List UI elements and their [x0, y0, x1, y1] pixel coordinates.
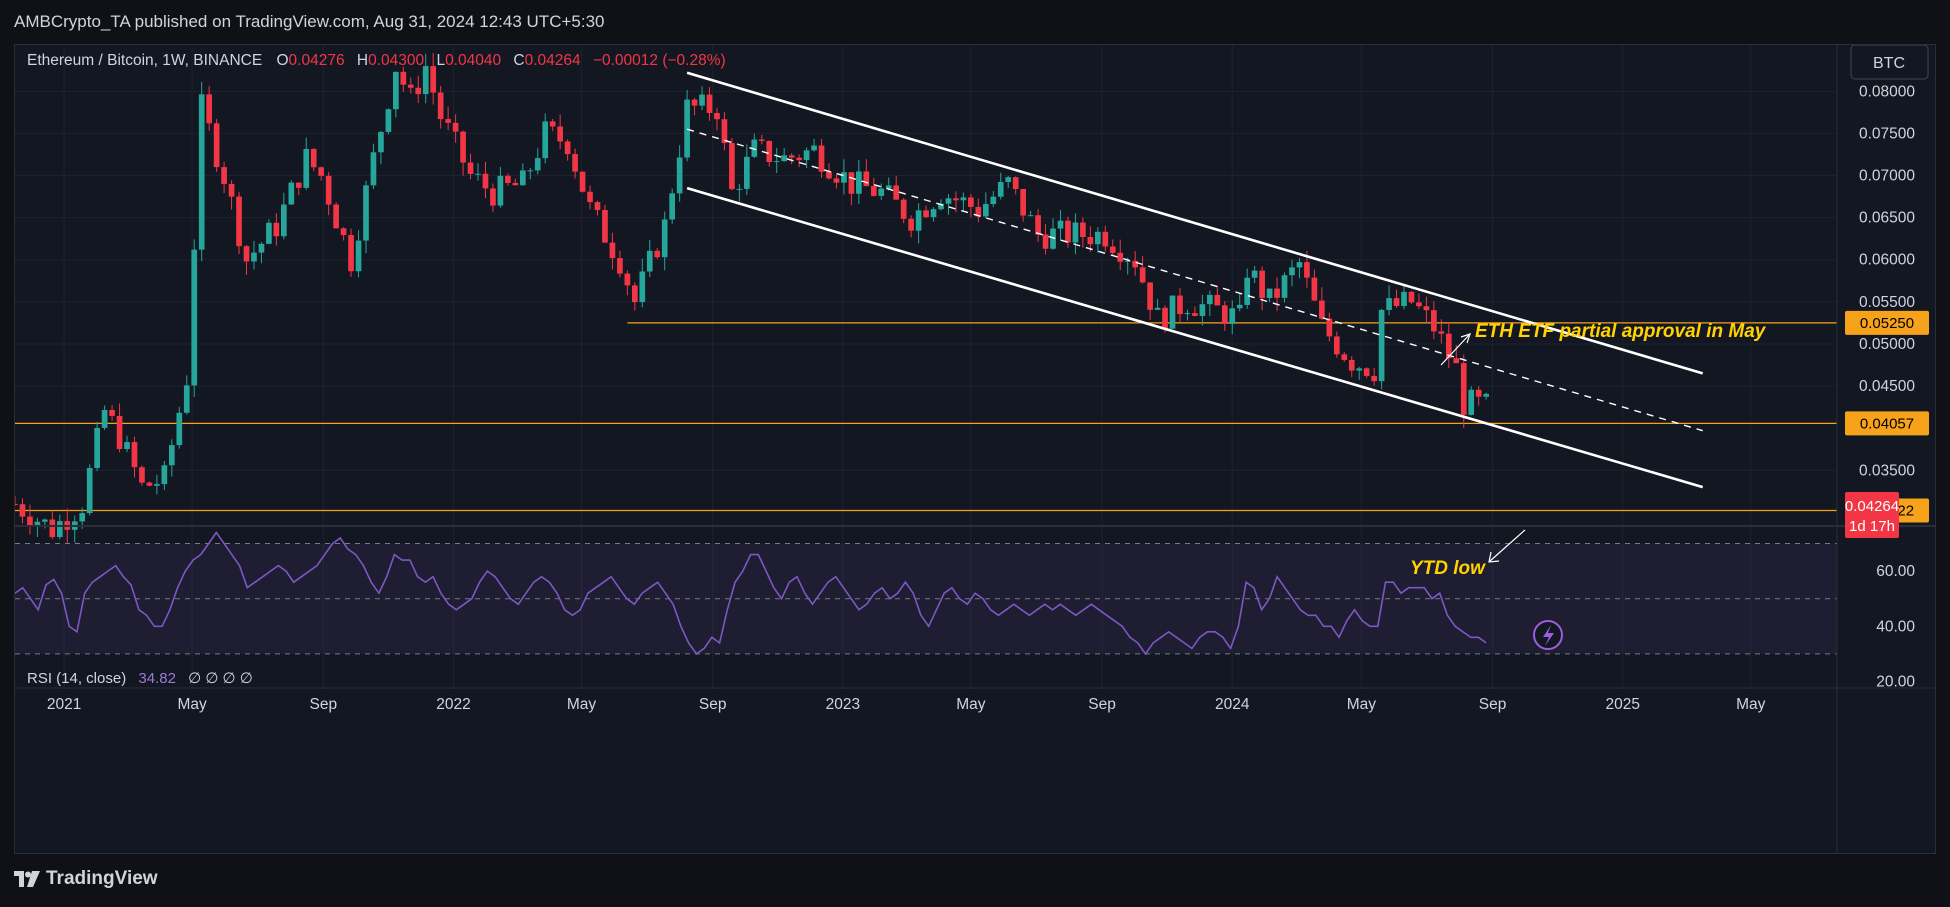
x-tick-label: Sep [1088, 696, 1116, 713]
rsi-legend-name: RSI (14, close) [27, 670, 126, 687]
legend-c-value: 0.04264 [525, 52, 581, 69]
y-tick-label: 0.04500 [1859, 378, 1915, 395]
publisher-line: AMBCrypto_TA published on TradingView.co… [14, 12, 605, 31]
chart-svg[interactable]: 0.052500.040570.03022 2021MaySep2022MayS… [12, 44, 1935, 853]
rsi-y-tick-label: 60.00 [1876, 563, 1915, 580]
y-tick-label: 0.03500 [1859, 462, 1915, 479]
x-tick-label: May [1736, 696, 1766, 713]
legend-c-label: C [513, 52, 524, 69]
legend-o-value: 0.04276 [289, 52, 345, 69]
candle-up [385, 108, 392, 135]
candle-up [176, 406, 183, 449]
current-price-value: 0.04264 [1845, 498, 1899, 515]
candle-down [729, 137, 735, 191]
chart-frame[interactable]: 0.052500.040570.03022 2021MaySep2022MayS… [12, 44, 1936, 854]
candle-down [236, 191, 242, 255]
current-price-tag: 0.04264 1d 17h [1845, 492, 1899, 538]
currency-button[interactable]: BTC [1850, 44, 1929, 80]
tradingview-logo-text: TradingView [46, 868, 158, 889]
candle-up [86, 464, 93, 516]
rsi-legend: RSI (14, close) 34.82 ∅ ∅ ∅ ∅ [27, 670, 253, 687]
x-tick-label: Sep [699, 696, 727, 713]
legend-h-label: H [357, 52, 368, 69]
y-tick-label: 0.06000 [1859, 252, 1915, 269]
candle-up [1378, 308, 1385, 390]
candle-down [1408, 290, 1415, 305]
rsi-pane [14, 531, 1837, 656]
x-tick-label: 2025 [1605, 696, 1639, 713]
tradingview-logo-icon [14, 871, 40, 887]
legend-line: Ethereum / Bitcoin, 1W, BINANCE O0.04276… [27, 52, 726, 69]
x-tick-label: May [956, 696, 986, 713]
x-tick-label: May [1347, 696, 1377, 713]
candle-up [1468, 386, 1475, 416]
current-price-countdown: 1d 17h [1849, 518, 1895, 535]
x-tick-label: 2022 [436, 696, 470, 713]
ytd-annotation-text: YTD low [1410, 558, 1486, 579]
candle-down [333, 202, 339, 229]
tradingview-logo[interactable]: TradingView [14, 868, 158, 890]
rsi-legend-extras: ∅ ∅ ∅ ∅ [188, 670, 253, 687]
x-tick-label: May [567, 696, 597, 713]
legend-o-label: O [276, 52, 288, 69]
y-tick-label: 0.07500 [1859, 125, 1915, 142]
y-tick-label: 0.05000 [1859, 336, 1915, 353]
candle-down [602, 204, 608, 244]
x-tick-label: Sep [1479, 696, 1507, 713]
rsi-y-tick-label: 20.00 [1876, 673, 1915, 690]
candle-up [684, 90, 690, 162]
currency-button-label: BTC [1873, 55, 1905, 72]
candle-up [266, 219, 272, 245]
rsi-legend-value: 34.82 [138, 670, 176, 687]
candle-up [288, 180, 295, 205]
y-tick-label: 0.05500 [1859, 294, 1915, 311]
lightning-event-icon[interactable] [1533, 620, 1563, 650]
candle-down [213, 118, 220, 172]
legend-change: −0.00012 (−0.28%) [593, 52, 726, 69]
x-tick-label: 2024 [1215, 696, 1250, 713]
y-tick-label: 0.07000 [1859, 168, 1915, 185]
x-tick-label: 2023 [826, 696, 860, 713]
rsi-y-tick-label: 40.00 [1876, 618, 1915, 635]
legend-symbol: Ethereum / Bitcoin, 1W, BINANCE [27, 52, 262, 69]
etf-annotation-text: ETH ETF partial approval in May [1475, 321, 1767, 342]
candle-up [669, 188, 676, 224]
candle-down [348, 228, 354, 277]
legend-h-value: 0.04300 [368, 52, 424, 69]
y-tick-label: 0.06500 [1859, 210, 1915, 227]
candle-down [139, 465, 145, 486]
publish-bar: AMBCrypto_TA published on TradingView.co… [0, 0, 1950, 44]
chart-background [15, 45, 1935, 853]
level-label: 0.04057 [1860, 415, 1914, 432]
level-label: 0.05250 [1860, 315, 1914, 332]
candle-down [579, 171, 586, 193]
y-tick-label: 0.08000 [1859, 83, 1915, 100]
x-tick-label: Sep [310, 696, 338, 713]
x-tick-label: 2021 [47, 696, 81, 713]
x-tick-label: May [177, 696, 207, 713]
candle-up [191, 239, 198, 397]
candle-up [1169, 295, 1176, 329]
legend-l-value: 0.04040 [445, 52, 501, 69]
candle-up [94, 421, 100, 472]
candle-up [198, 81, 205, 262]
